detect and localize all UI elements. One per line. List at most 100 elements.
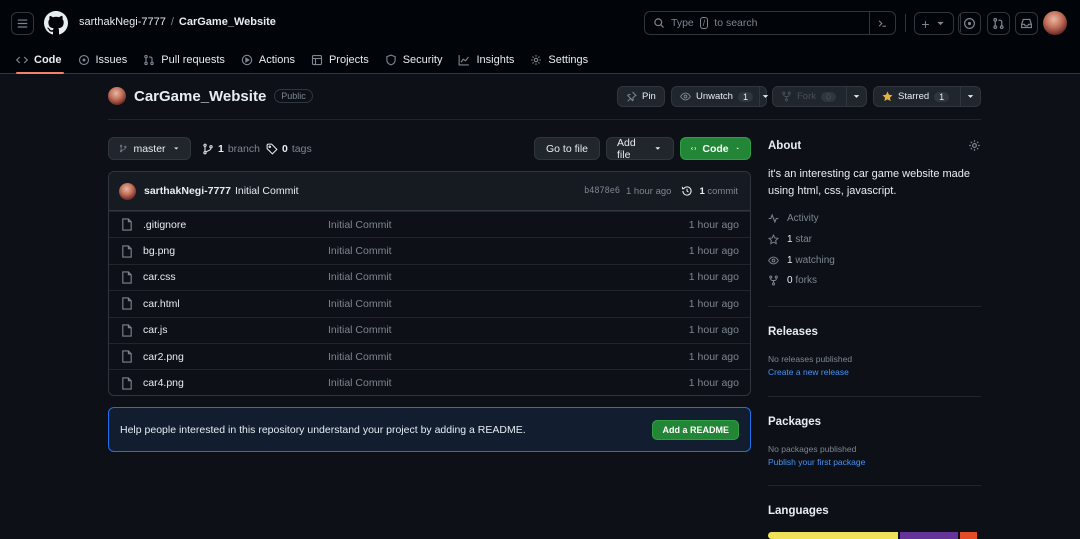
github-logo-icon[interactable] — [44, 11, 68, 35]
file-browser: sarthakNegi-7777 Initial Commit b4878e6 … — [108, 171, 751, 396]
code-button-label: Code — [702, 142, 729, 155]
code-button[interactable]: Code — [680, 137, 751, 160]
branch-selector[interactable]: master — [108, 137, 191, 160]
play-icon — [241, 54, 253, 66]
file-row[interactable]: car2.png Initial Commit 1 hour ago — [109, 342, 750, 369]
inbox-icon — [1021, 18, 1032, 29]
menu-button[interactable] — [11, 12, 34, 35]
file-commit-message[interactable]: Initial Commit — [328, 271, 392, 283]
file-name[interactable]: car2.png — [143, 351, 184, 363]
global-header: sarthakNegi-7777 / CarGame_Website Type … — [0, 0, 1080, 74]
user-avatar[interactable] — [1043, 11, 1067, 35]
releases-empty-text: No releases published — [768, 354, 853, 364]
about-description: it's an interesting car game website mad… — [768, 168, 971, 197]
file-row[interactable]: .gitignore Initial Commit 1 hour ago — [109, 211, 750, 237]
tab-settings[interactable]: Settings — [522, 46, 596, 74]
top-bar: sarthakNegi-7777 / CarGame_Website Type … — [0, 0, 1080, 46]
command-palette-button[interactable] — [869, 12, 895, 34]
file-row[interactable]: car.js Initial Commit 1 hour ago — [109, 316, 750, 343]
add-file-button[interactable]: Add file — [606, 137, 674, 161]
search-placeholder-post: to search — [714, 17, 758, 29]
commit-hash[interactable]: b4878e6 — [584, 186, 620, 196]
branch-count-link[interactable]: 1 branch — [202, 143, 260, 155]
file-time: 1 hour ago — [688, 271, 739, 284]
star-icon — [768, 234, 779, 245]
file-commit-message[interactable]: Initial Commit — [328, 377, 392, 389]
fork-button[interactable]: Fork 0 — [772, 86, 867, 107]
file-icon — [122, 271, 132, 284]
file-icon — [122, 324, 132, 337]
file-commit-message[interactable]: Initial Commit — [328, 324, 392, 336]
commit-author-avatar[interactable] — [119, 182, 136, 200]
publish-package-link[interactable]: Publish your first package — [768, 457, 865, 467]
inbox-button[interactable] — [1015, 12, 1038, 35]
hamburger-icon — [17, 19, 28, 28]
tab-security[interactable]: Security — [377, 46, 451, 74]
file-row[interactable]: car4.png Initial Commit 1 hour ago — [109, 369, 750, 395]
graph-icon — [459, 55, 470, 66]
activity-label: Activity — [787, 213, 819, 224]
tab-pull-requests[interactable]: Pull requests — [135, 46, 233, 74]
repo-name[interactable]: CarGame_Website — [134, 88, 266, 105]
breadcrumb-owner[interactable]: sarthakNegi-7777 — [79, 16, 166, 28]
owner-avatar[interactable] — [108, 87, 126, 105]
gear-icon[interactable] — [968, 139, 981, 152]
packages-title[interactable]: Packages — [768, 416, 981, 428]
file-name[interactable]: car.html — [143, 298, 180, 310]
commit-count-link[interactable]: 1 commit — [699, 186, 738, 197]
watching-link[interactable]: 1 watching — [768, 255, 835, 266]
about-title: About — [768, 140, 802, 152]
search-shortcut-key: / — [699, 17, 709, 29]
file-name[interactable]: car.js — [143, 324, 168, 336]
forks-link[interactable]: 0 forks — [768, 275, 817, 286]
file-name[interactable]: .gitignore — [143, 219, 186, 231]
tags-link[interactable]: 0 tags — [266, 143, 312, 155]
file-row[interactable]: car.css Initial Commit 1 hour ago — [109, 263, 750, 290]
commit-message[interactable]: Initial Commit — [235, 185, 299, 197]
file-commit-message[interactable]: Initial Commit — [328, 351, 392, 363]
unwatch-button[interactable]: Unwatch 1 — [671, 86, 769, 107]
fork-dropdown[interactable] — [846, 87, 866, 106]
add-readme-button[interactable]: Add a README — [652, 420, 739, 440]
terminal-icon — [878, 19, 886, 27]
repo-title-area: CarGame_Website Public — [108, 87, 313, 105]
go-to-file-button[interactable]: Go to file — [534, 137, 600, 160]
plus-icon: + — [921, 15, 930, 32]
pin-icon — [626, 91, 637, 102]
issues-button[interactable] — [958, 12, 981, 35]
file-row[interactable]: car.html Initial Commit 1 hour ago — [109, 290, 750, 316]
tab-issues[interactable]: Issues — [70, 46, 136, 74]
releases-title[interactable]: Releases — [768, 326, 981, 338]
fork-label: Fork — [797, 91, 816, 102]
watch-dropdown[interactable] — [758, 87, 771, 106]
file-commit-message[interactable]: Initial Commit — [328, 298, 392, 310]
tab-code[interactable]: Code — [8, 46, 70, 74]
file-name[interactable]: car.css — [143, 271, 176, 283]
commit-author[interactable]: sarthakNegi-7777 — [144, 185, 231, 197]
search-input[interactable]: Type / to search — [644, 11, 896, 35]
file-name[interactable]: bg.png — [143, 245, 175, 257]
activity-link[interactable]: Activity — [768, 213, 819, 224]
create-release-link[interactable]: Create a new release — [768, 367, 849, 377]
pin-button[interactable]: Pin — [617, 86, 665, 107]
watching-label: watching — [795, 255, 835, 266]
fork-count: 0 — [821, 91, 837, 102]
tab-actions[interactable]: Actions — [233, 46, 303, 74]
breadcrumb-repo[interactable]: CarGame_Website — [179, 16, 276, 28]
stars-link[interactable]: 1 star — [768, 234, 812, 245]
shield-icon — [386, 54, 396, 66]
file-name[interactable]: car4.png — [143, 377, 184, 389]
star-dropdown[interactable] — [960, 87, 980, 106]
file-row[interactable]: bg.png Initial Commit 1 hour ago — [109, 237, 750, 263]
create-new-button[interactable]: + — [914, 12, 954, 35]
file-icon — [122, 297, 132, 310]
language-bar-segment — [899, 532, 959, 539]
tab-insights[interactable]: Insights — [450, 46, 522, 74]
pull-requests-button[interactable] — [987, 12, 1010, 35]
file-commit-message[interactable]: Initial Commit — [328, 245, 392, 257]
file-commit-message[interactable]: Initial Commit — [328, 219, 392, 231]
search-placeholder-pre: Type — [671, 17, 694, 29]
starred-button[interactable]: Starred 1 — [873, 86, 981, 107]
tab-projects[interactable]: Projects — [303, 46, 377, 74]
star-filled-icon — [882, 91, 893, 102]
